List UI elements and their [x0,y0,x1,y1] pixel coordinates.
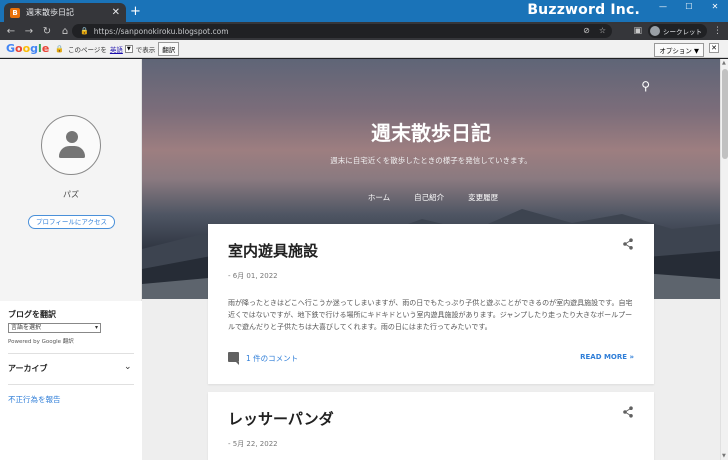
sidebar: パズ プロフィールにアクセス ブログを翻訳 言語を選択 Powered by G… [0,59,142,460]
star-icon[interactable]: ☆ [599,26,606,35]
translate-language[interactable]: 英語 [110,44,123,54]
post-title[interactable]: レッサーパンダ [228,408,334,429]
maximize-button[interactable]: ☐ [676,0,702,14]
google-logo: Google [6,42,50,55]
browser-tab[interactable]: B 週末散歩日記 ✕ [4,3,126,22]
archive-heading[interactable]: アーカイブ [8,363,48,374]
divider [8,384,134,385]
post-title[interactable]: 室内遊具施設 [228,240,318,261]
translate-options-button[interactable]: オプション ▼ [654,43,704,57]
search-icon[interactable]: ⚲ [641,79,650,93]
tab-title: 週末散歩日記 [26,8,74,17]
home-button[interactable]: ⌂ [58,26,72,37]
url-text[interactable]: https://sanponokiroku.blogspot.com [94,27,229,36]
divider [8,353,134,354]
share-icon[interactable] [622,238,634,250]
post-date[interactable]: - 5月 22, 2022 [228,439,278,449]
translate-heading: ブログを翻訳 [8,310,56,319]
blog-description: 週末に自宅近くを散歩したときの様子を発信していきます。 [330,156,532,165]
comments-link[interactable]: 1 件のコメント [246,353,298,364]
lock-icon: 🔒 [55,44,64,53]
translate-button[interactable]: 翻訳 [158,41,180,56]
sidepanel-icon[interactable]: ▣ [633,26,642,36]
comment-icon [228,352,239,365]
incognito-indicator[interactable]: シークレット [648,24,707,38]
scroll-down-icon[interactable]: ▼ [722,453,726,459]
incognito-icon [650,26,660,36]
person-icon [66,131,78,143]
chevron-down-icon[interactable]: ⌄ [124,362,132,372]
translate-close-button[interactable]: ✕ [709,43,719,53]
report-abuse-link[interactable]: 不正行為を報告 [8,394,61,405]
address-bar[interactable]: 🔒 https://sanponokiroku.blogspot.com ⊘ ☆ [72,24,612,38]
scrollbar[interactable]: ▲ ▼ [720,59,728,460]
blog-title[interactable]: 週末散歩日記 [142,117,720,146]
powered-by-google: Powered by Google 翻訳 [8,339,74,345]
eye-off-icon[interactable]: ⊘ [583,26,590,35]
avatar[interactable] [41,115,101,175]
scroll-up-icon[interactable]: ▲ [722,60,726,66]
window-titlebar: B 週末散歩日記 ✕ + Buzzword Inc. — ☐ ✕ [0,0,728,22]
share-icon[interactable] [622,406,634,418]
tab-close-icon[interactable]: ✕ [112,7,120,18]
nav-item-about[interactable]: 自己紹介 [414,192,444,203]
profile-name: パズ [63,190,79,199]
new-tab-button[interactable]: + [130,5,141,18]
window-controls: — ☐ ✕ [650,0,728,22]
page-content: パズ プロフィールにアクセス ブログを翻訳 言語を選択 Powered by G… [0,59,728,460]
reload-button[interactable]: ↻ [40,26,54,37]
menu-icon[interactable]: ⋮ [713,26,722,36]
brand-label: Buzzword Inc. [527,2,640,18]
profile-button[interactable]: プロフィールにアクセス [28,215,115,229]
read-more-link[interactable]: READ MORE » [580,353,634,361]
minimize-button[interactable]: — [650,0,676,14]
nav-item-home[interactable]: ホーム [368,192,390,203]
post-card: レッサーパンダ - 5月 22, 2022 [208,392,654,460]
browser-toolbar: ← → ↻ ⌂ 🔒 https://sanponokiroku.blogspot… [0,22,728,40]
scroll-thumb[interactable] [722,69,728,159]
translate-suffix: で表示 [135,45,156,54]
close-window-button[interactable]: ✕ [702,0,728,14]
incognito-label: シークレット [663,28,702,36]
translate-prefix: このページを [68,45,107,54]
post-card: 室内遊具施設 - 6月 01, 2022 雨が降ったときはどこへ行こうか迷ってし… [208,224,654,384]
back-button[interactable]: ← [4,26,18,37]
lock-icon: 🔒 [80,27,89,35]
forward-button[interactable]: → [22,26,36,37]
google-translate-bar: Google 🔒 このページを 英語 ▼ で表示 翻訳 オプション ▼ ✕ [0,40,728,58]
language-dropdown-icon[interactable]: ▼ [124,44,133,53]
nav-item-changelog[interactable]: 変更履歴 [468,192,498,203]
blog-nav: ホーム 自己紹介 変更履歴 [142,192,720,203]
post-snippet: 雨が降ったときはどこへ行こうか迷ってしまいますが、雨の日でもたっぷり子供と遊ぶこ… [228,299,633,331]
language-select[interactable]: 言語を選択 [8,323,101,333]
post-date[interactable]: - 6月 01, 2022 [228,271,278,281]
blogger-icon: B [10,7,20,18]
